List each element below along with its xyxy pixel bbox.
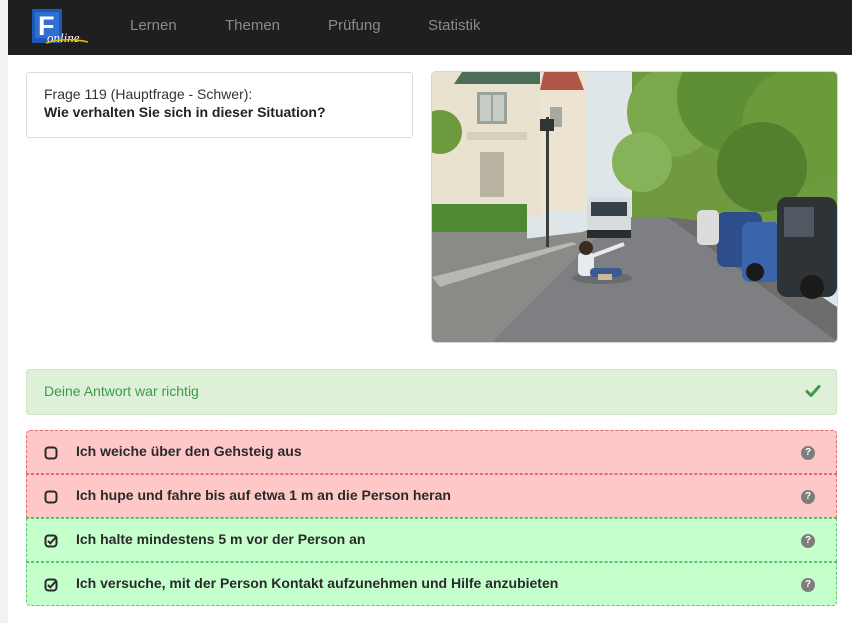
answer-option-1[interactable]: Ich weiche über den Gehsteig aus ?: [26, 430, 837, 474]
app-logo[interactable]: F online: [32, 9, 94, 45]
page: F online Lernen Themen Prüfung Statistik…: [8, 0, 852, 623]
answer-label: Ich weiche über den Gehsteig aus: [76, 443, 302, 459]
checkbox-empty-icon[interactable]: [44, 446, 58, 460]
question-image: [432, 72, 837, 342]
answer-list: Ich weiche über den Gehsteig aus ? Ich h…: [26, 430, 837, 606]
nav-lernen[interactable]: Lernen: [130, 17, 177, 34]
answer-option-2[interactable]: Ich hupe und fahre bis auf etwa 1 m an d…: [26, 474, 837, 518]
help-icon[interactable]: ?: [801, 490, 815, 504]
result-message: Deine Antwort war richtig: [44, 383, 199, 399]
checkbox-empty-icon[interactable]: [44, 490, 58, 504]
result-alert: Deine Antwort war richtig: [26, 369, 837, 415]
checkbox-checked-icon[interactable]: [44, 578, 58, 592]
question-panel: Frage 119 (Hauptfrage - Schwer): Wie ver…: [26, 72, 413, 138]
nav-pruefung[interactable]: Prüfung: [328, 17, 381, 34]
nav-statistik[interactable]: Statistik: [428, 17, 481, 34]
answer-label: Ich versuche, mit der Person Kontakt auf…: [76, 575, 559, 591]
help-icon[interactable]: ?: [801, 534, 815, 548]
question-text: Wie verhalten Sie sich in dieser Situati…: [44, 104, 326, 120]
answer-label: Ich halte mindestens 5 m vor der Person …: [76, 531, 366, 547]
help-icon[interactable]: ?: [801, 578, 815, 592]
check-icon: [804, 382, 822, 400]
question-number: Frage 119 (Hauptfrage - Schwer):: [44, 86, 253, 102]
answer-label: Ich hupe und fahre bis auf etwa 1 m an d…: [76, 487, 451, 503]
help-icon[interactable]: ?: [801, 446, 815, 460]
answer-option-4[interactable]: Ich versuche, mit der Person Kontakt auf…: [26, 562, 837, 606]
navbar: F online Lernen Themen Prüfung Statistik: [8, 0, 852, 55]
checkbox-checked-icon[interactable]: [44, 534, 58, 548]
nav-themen[interactable]: Themen: [225, 17, 280, 34]
answer-option-3[interactable]: Ich halte mindestens 5 m vor der Person …: [26, 518, 837, 562]
logo-word: online: [47, 30, 80, 45]
